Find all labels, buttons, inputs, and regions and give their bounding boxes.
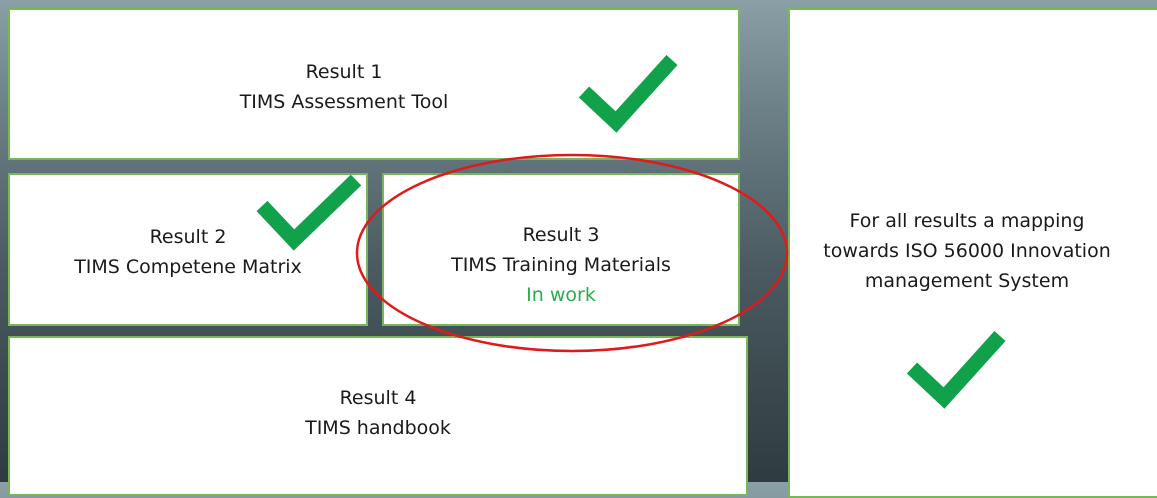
slide: { "results": [ {"id": "result-1", "numbe… — [0, 0, 1157, 498]
highlight-ellipse — [355, 153, 789, 353]
